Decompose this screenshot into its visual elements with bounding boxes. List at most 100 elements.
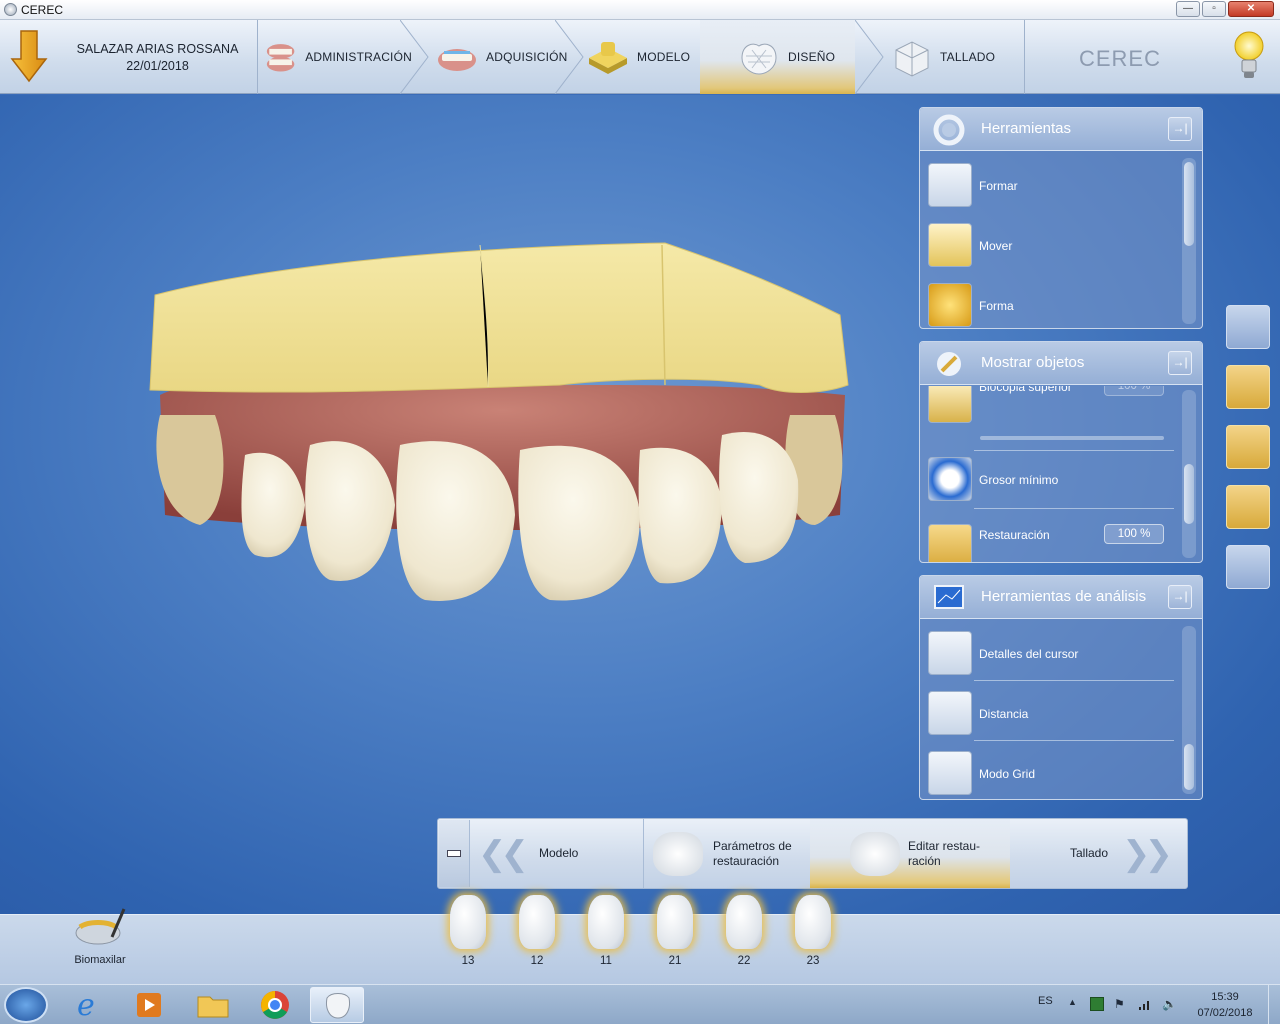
tooth-number: 22: [737, 955, 751, 967]
tooth-button-21[interactable]: 21: [653, 895, 697, 967]
biomaxilar-button[interactable]: Biomaxilar: [70, 905, 130, 966]
minimize-button[interactable]: —: [1176, 1, 1200, 17]
tooth-button-22[interactable]: 22: [722, 895, 766, 967]
view-cube-button[interactable]: [1226, 305, 1270, 349]
show-desktop-button[interactable]: [1268, 985, 1280, 1024]
parameters-crown-icon: [653, 831, 703, 876]
scrollbar-thumb[interactable]: [1184, 464, 1194, 524]
tool-label: Formar: [979, 179, 1018, 193]
close-button[interactable]: ✕: [1228, 1, 1274, 17]
tooth-icon: [795, 895, 831, 949]
panel-title: Mostrar objetos: [981, 354, 1085, 371]
scrollbar[interactable]: [1182, 390, 1196, 558]
internet-explorer-icon[interactable]: e: [62, 987, 116, 1023]
media-player-icon[interactable]: [122, 987, 176, 1023]
tooth-number: 21: [668, 955, 682, 967]
lightbulb-icon[interactable]: [1232, 28, 1266, 84]
pin-button[interactable]: →|: [1168, 585, 1192, 609]
tool-modo-grid[interactable]: Modo Grid: [926, 744, 1182, 799]
tool-detalles-cursor[interactable]: Detalles del cursor: [926, 624, 1182, 680]
panel-header[interactable]: Mostrar objetos →|: [920, 342, 1202, 385]
object-grosor-minimo[interactable]: Grosor mínimo: [926, 450, 1182, 506]
analysis-toggle-button[interactable]: [1226, 485, 1270, 529]
phase-label: DISEÑO: [788, 50, 836, 64]
phase-diseno[interactable]: DISEÑO: [700, 20, 855, 94]
exit-arrow-icon[interactable]: [10, 29, 48, 83]
window-titlebar: CEREC — ▫ ✕: [0, 0, 1280, 20]
tooth-button-13[interactable]: 13: [446, 895, 490, 967]
tooth-button-12[interactable]: 12: [515, 895, 559, 967]
divider: [974, 680, 1174, 681]
panel-header[interactable]: Herramientas →|: [920, 108, 1202, 151]
panel-title: Herramientas: [981, 120, 1072, 137]
phase-adquisicion[interactable]: ADQUISICIÓN: [434, 20, 574, 94]
tooth-button-11[interactable]: 11: [584, 895, 628, 967]
step-parametros[interactable]: Parámetros de restauración: [653, 819, 813, 888]
scrollbar-thumb[interactable]: [1184, 162, 1194, 246]
scrollbar[interactable]: [1182, 626, 1196, 794]
tooth-number: 12: [530, 955, 544, 967]
pin-button[interactable]: →|: [1168, 117, 1192, 141]
network-signal-icon[interactable]: [1138, 997, 1152, 1011]
panel-mostrar-objetos: Mostrar objetos →| Biocopia superior 100…: [919, 341, 1203, 563]
phase-separator: [400, 20, 429, 94]
panel-herramientas-analisis: Herramientas de análisis →| Detalles del…: [919, 575, 1203, 800]
chrome-icon[interactable]: [248, 987, 302, 1023]
object-restauracion[interactable]: Restauración 100 %: [926, 510, 1182, 562]
clock-date: 07/02/2018: [1197, 1007, 1253, 1019]
edit-crown-icon: [850, 831, 900, 876]
objects-toggle-button[interactable]: [1226, 425, 1270, 469]
object-opacity[interactable]: 100 %: [1104, 524, 1164, 544]
tooth-button-23[interactable]: 23: [791, 895, 835, 967]
tool-mover[interactable]: Mover: [926, 216, 1182, 272]
min-thickness-icon: [928, 457, 972, 501]
tool-forma[interactable]: Forma: [926, 276, 1182, 328]
phase-administracion[interactable]: ADMINISTRACIÓN: [262, 20, 412, 94]
patient-name: SALAZAR ARIAS ROSSANA: [76, 42, 239, 56]
step-editar-restauracion[interactable]: Editar restau-ración: [810, 819, 1010, 888]
forward-chevron-icon: ❯❯: [1122, 834, 1173, 873]
step-modelo[interactable]: ❮❮ Modelo: [478, 819, 643, 888]
opacity-slider[interactable]: [980, 436, 1164, 440]
tooth-icon: [657, 895, 693, 949]
phase-label: ADMINISTRACIÓN: [305, 50, 412, 64]
phase-modelo[interactable]: MODELO: [585, 20, 705, 94]
action-center-flag-icon[interactable]: ⚑: [1114, 997, 1128, 1011]
tooth-number: 13: [461, 955, 475, 967]
cursor-details-icon: [928, 631, 972, 675]
analysis-monitor-icon: [934, 585, 964, 609]
phase-tallado[interactable]: TALLADO: [888, 20, 1023, 94]
milling-unit-icon: [895, 41, 929, 77]
stepbar-toggle-button[interactable]: [439, 820, 470, 887]
tool-distancia[interactable]: Distancia: [926, 684, 1182, 740]
phase-separator: [555, 20, 584, 94]
system-clock[interactable]: 15:39 07/02/2018: [1190, 989, 1260, 1021]
maximize-button[interactable]: ▫: [1202, 1, 1226, 17]
show-objects-icon: [937, 352, 961, 376]
3d-viewport[interactable]: Herramientas →| Formar Mover Forma Mostr…: [0, 95, 1280, 915]
step-tallado[interactable]: Tallado ❯❯: [1038, 819, 1188, 888]
file-explorer-icon[interactable]: [186, 987, 240, 1023]
tool-formar[interactable]: Formar: [926, 156, 1182, 212]
tray-expand-icon[interactable]: ▲: [1068, 997, 1082, 1011]
volume-icon[interactable]: 🔈: [1162, 997, 1177, 1011]
start-button[interactable]: [4, 987, 48, 1023]
model-base-cap: [149, 242, 849, 393]
panel-header[interactable]: Herramientas de análisis →|: [920, 576, 1202, 619]
design-crown-icon: [741, 43, 777, 75]
patient-info[interactable]: SALAZAR ARIAS ROSSANA 22/01/2018: [58, 20, 258, 94]
tooth-icon: [726, 895, 762, 949]
restoration-icon: [928, 524, 972, 562]
scrollbar-thumb[interactable]: [1184, 744, 1194, 790]
pin-button[interactable]: →|: [1168, 351, 1192, 375]
tools-toggle-button[interactable]: [1226, 365, 1270, 409]
language-indicator[interactable]: ES: [1038, 995, 1053, 1007]
tooth-number: 11: [600, 955, 612, 967]
model-icon: [589, 42, 627, 74]
dental-model-3d[interactable]: [0, 95, 900, 655]
tray-app-icon[interactable]: [1090, 997, 1104, 1011]
distance-icon: [928, 691, 972, 735]
cerec-taskbar-button[interactable]: [310, 987, 364, 1023]
teeth-view-button[interactable]: [1226, 545, 1270, 589]
scrollbar[interactable]: [1182, 158, 1196, 324]
